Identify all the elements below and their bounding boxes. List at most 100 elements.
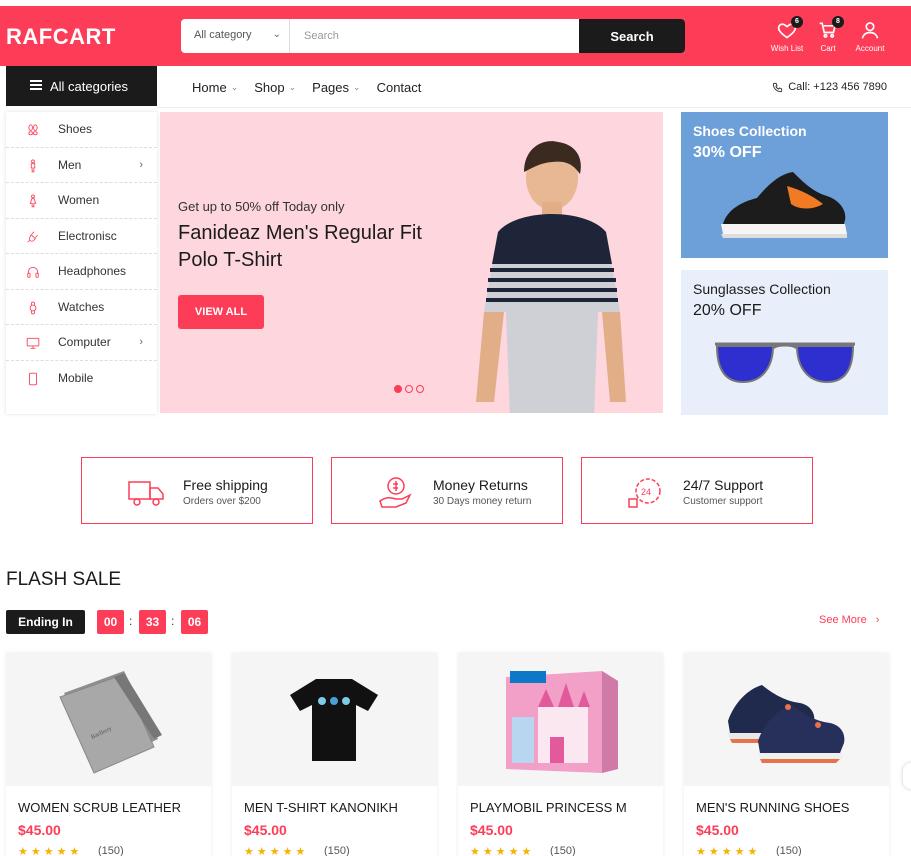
top-header: RAFCART All category ⌄ Search 6 Wish Lis… — [0, 6, 911, 66]
sidebar-item-mobile[interactable]: Mobile — [6, 361, 157, 397]
nav-item-contact[interactable]: Contact — [377, 80, 422, 95]
product-card[interactable]: MEN T-SHIRT KANONIKH $45.00 ★★★★★ (150) — [232, 653, 437, 856]
feature-subtitle: Orders over $200 — [183, 496, 261, 507]
wallet-image: Baellerry — [59, 671, 162, 774]
see-more-link[interactable]: See More › — [819, 614, 879, 626]
promo-title: Shoes Collection — [693, 123, 807, 139]
timer-separator: : — [171, 614, 175, 628]
sidebar-item-label: Watches — [58, 299, 105, 314]
account-label: Account — [855, 44, 885, 53]
sidebar-item-label: Shoes — [58, 122, 93, 137]
product-name[interactable]: WOMEN SCRUB LEATHER — [18, 800, 181, 815]
category-select-value: All category — [194, 29, 252, 41]
category-select[interactable]: All category ⌄ — [181, 19, 290, 53]
review-count: (150) — [324, 845, 350, 856]
product-price: $45.00 — [470, 822, 513, 838]
feature-subtitle: 30 Days money return — [433, 496, 532, 507]
wishlist-label: Wish List — [770, 44, 804, 53]
all-categories-button[interactable]: All categories — [6, 66, 157, 106]
nav-shop-label: Shop — [254, 80, 285, 95]
promo-discount: 30% OFF — [693, 144, 762, 161]
truck-icon — [128, 481, 164, 506]
wishlist-count-badge: 6 — [791, 16, 803, 28]
view-all-button[interactable]: VIEW ALL — [178, 295, 264, 329]
wishlist-button[interactable]: 6 Wish List — [767, 16, 807, 53]
carousel-next-button[interactable] — [903, 763, 911, 789]
slider-dot-3[interactable] — [416, 385, 424, 393]
sidebar-item-watches[interactable]: Watches — [6, 290, 157, 325]
shoes-icon — [28, 124, 38, 136]
sidebar-item-headphones[interactable]: Headphones — [6, 254, 157, 290]
product-name[interactable]: PLAYMOBIL PRINCESS M — [470, 800, 627, 815]
hero-title: Fanideaz Men's Regular Fit Polo T-Shirt — [178, 222, 422, 271]
see-more-label: See More — [819, 614, 867, 626]
chevron-down-icon: ⌄ — [288, 82, 297, 92]
nav-item-shop[interactable]: Shop ⌄ — [254, 80, 296, 95]
timer-seconds: 06 — [181, 610, 208, 634]
product-price: $45.00 — [18, 822, 61, 838]
rating-stars: ★★★★★ — [244, 846, 309, 856]
rating-stars: ★★★★★ — [18, 846, 83, 856]
feature-subtitle: Customer support — [683, 496, 763, 507]
menu-icon — [30, 80, 42, 92]
sidebar-item-men[interactable]: Men › — [6, 148, 157, 183]
woman-icon — [29, 194, 37, 208]
sidebar-item-label: Electronisc — [58, 228, 117, 243]
hero-model-image — [476, 141, 626, 413]
chevron-right-icon: › — [139, 336, 143, 349]
sidebar-item-computer[interactable]: Computer › — [6, 325, 157, 361]
phone-icon — [773, 82, 783, 92]
tshirt-image — [290, 679, 378, 761]
promo-card-shoes[interactable]: Shoes Collection 30% OFF — [681, 112, 888, 258]
timer-separator: : — [129, 614, 133, 628]
promo-card-sunglasses[interactable]: Sunglasses Collection 20% OFF — [681, 270, 888, 415]
product-image-wrap — [684, 653, 889, 786]
product-card[interactable]: PLAYMOBIL PRINCESS M $45.00 ★★★★★ (150) — [458, 653, 663, 856]
rating-stars: ★★★★★ — [696, 846, 761, 856]
review-count: (150) — [98, 845, 124, 856]
sunglasses-image — [715, 342, 855, 384]
search-input[interactable] — [290, 19, 579, 53]
sidebar-item-electronics[interactable]: Electronisc — [6, 219, 157, 254]
account-button[interactable]: Account — [850, 20, 890, 53]
product-price: $45.00 — [696, 822, 739, 838]
phone-label: Call: +123 456 7890 — [788, 81, 887, 93]
slider-dot-1[interactable] — [394, 385, 402, 393]
playmobil-box-image — [506, 671, 618, 773]
sidebar-item-women[interactable]: Women — [6, 183, 157, 219]
site-logo[interactable]: RAFCART — [6, 24, 116, 50]
product-card[interactable]: Baellerry WOMEN SCRUB LEATHER $45.00 ★★★… — [6, 653, 211, 856]
product-name[interactable]: MEN'S RUNNING SHOES — [696, 800, 849, 815]
rating-stars: ★★★★★ — [470, 846, 535, 856]
nav-divider — [157, 107, 911, 108]
chevron-down-icon: ⌄ — [230, 82, 239, 92]
support-24-icon: 24 — [628, 478, 661, 508]
sidebar-item-shoes[interactable]: Shoes — [6, 112, 157, 148]
running-shoes-image — [728, 685, 845, 763]
nav-item-home[interactable]: Home ⌄ — [192, 80, 238, 95]
sidebar-item-label: Women — [58, 193, 100, 208]
phone-contact[interactable]: Call: +123 456 7890 — [772, 81, 887, 93]
flash-sale-title: FLASH SALE — [6, 569, 122, 590]
hero-subtitle: Get up to 50% off Today only — [178, 199, 345, 214]
feature-support: 24 24/7 Support Customer support — [581, 457, 813, 524]
sneaker-image — [721, 172, 847, 238]
headphones-icon — [27, 266, 39, 278]
feature-title: 24/7 Support — [683, 477, 764, 493]
product-name[interactable]: MEN T-SHIRT KANONIKH — [244, 800, 398, 815]
sidebar-item-label: Men — [58, 157, 82, 172]
feature-title: Free shipping — [183, 477, 268, 493]
category-sidebar: Shoes Men › Women Electronisc Headphones… — [6, 112, 157, 414]
chevron-right-icon: › — [875, 614, 880, 626]
watch-icon — [29, 301, 37, 314]
nav-home-label: Home — [192, 80, 227, 95]
slider-dot-2[interactable] — [405, 385, 413, 393]
nav-item-pages[interactable]: Pages ⌄ — [312, 80, 360, 95]
nav-contact-label: Contact — [376, 80, 422, 95]
product-price: $45.00 — [244, 822, 287, 838]
product-card[interactable]: MEN'S RUNNING SHOES $45.00 ★★★★★ (150) — [684, 653, 889, 856]
cart-button[interactable]: 8 Cart — [808, 16, 848, 53]
search-button[interactable]: Search — [579, 19, 685, 53]
chevron-down-icon: ⌄ — [272, 29, 281, 40]
mobile-icon — [29, 372, 37, 385]
